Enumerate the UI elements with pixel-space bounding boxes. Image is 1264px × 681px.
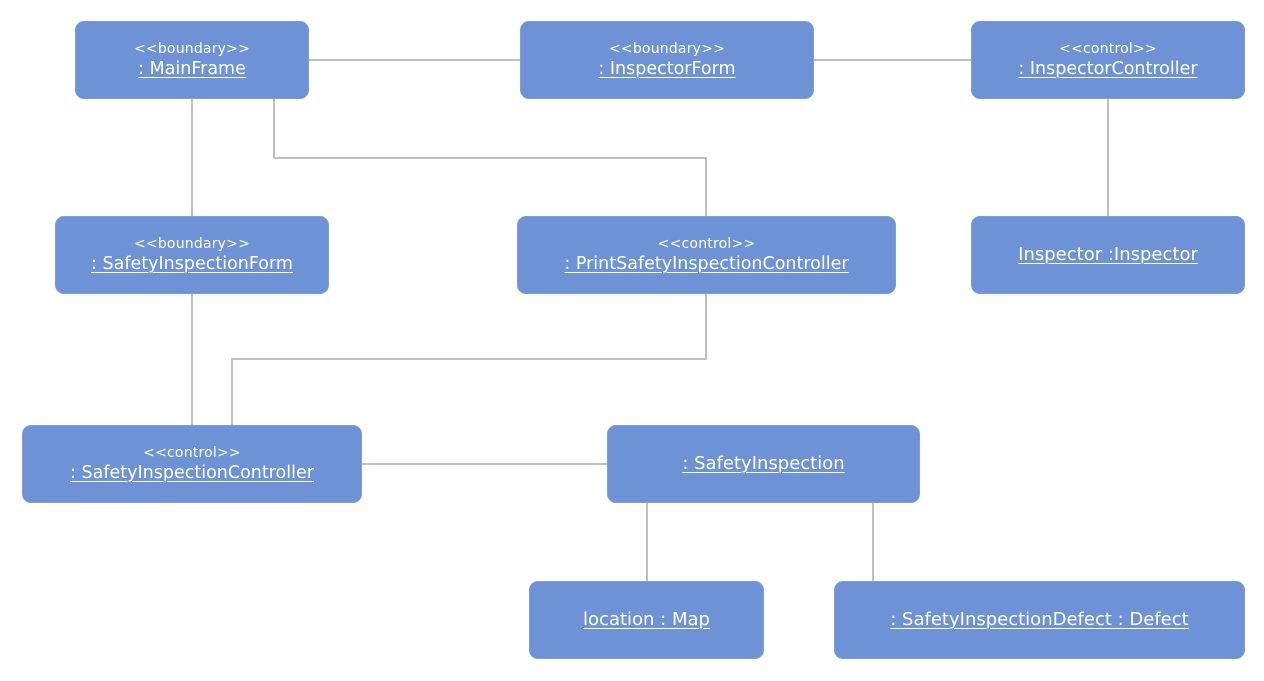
object-name: : MainFrame (138, 59, 246, 79)
stereotype-label: <<boundary>> (608, 41, 726, 57)
object-name: : SafetyInspection (682, 453, 845, 474)
link-printcontroller-safetycontroller (231, 294, 707, 425)
object-name: : InspectorController (1018, 59, 1198, 79)
stereotype-label: <<control>> (657, 236, 756, 252)
object-inspectorform[interactable]: <<boundary>> : InspectorForm (520, 21, 814, 99)
object-name: : PrintSafetyInspectionController (564, 254, 849, 274)
object-inspectorcontroller[interactable]: <<control>> : InspectorController (971, 21, 1245, 99)
object-name: : InspectorForm (598, 59, 736, 79)
object-safetyinspectioncontroller[interactable]: <<control>> : SafetyInspectionController (22, 425, 362, 503)
link-mainframe-printcontroller (273, 99, 707, 216)
object-printsafetyinspectioncontroller[interactable]: <<control>> : PrintSafetyInspectionContr… (517, 216, 896, 294)
stereotype-label: <<control>> (1059, 41, 1157, 57)
object-name: Inspector :Inspector (1018, 244, 1198, 265)
object-location-map[interactable]: location : Map (529, 581, 764, 659)
object-name: : SafetyInspectionController (70, 463, 314, 483)
object-safetyinspection[interactable]: : SafetyInspection (607, 425, 920, 503)
object-name: location : Map (583, 609, 710, 630)
object-inspector[interactable]: Inspector :Inspector (971, 216, 1245, 294)
connector-layer (191, 59, 1109, 581)
object-name: : SafetyInspectionDefect : Defect (890, 609, 1189, 630)
object-name: : SafetyInspectionForm (91, 254, 293, 274)
stereotype-label: <<control>> (143, 445, 241, 461)
object-mainframe[interactable]: <<boundary>> : MainFrame (75, 21, 309, 99)
object-safetyinspectionform[interactable]: <<boundary>> : SafetyInspectionForm (55, 216, 329, 294)
stereotype-label: <<boundary>> (133, 41, 251, 57)
stereotype-label: <<boundary>> (133, 236, 251, 252)
object-safetyinspectiondefect[interactable]: : SafetyInspectionDefect : Defect (834, 581, 1245, 659)
